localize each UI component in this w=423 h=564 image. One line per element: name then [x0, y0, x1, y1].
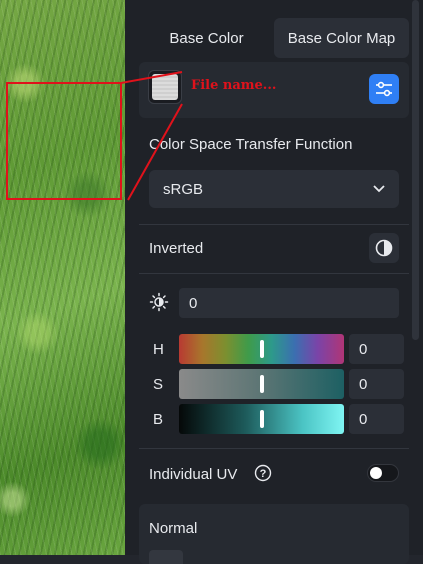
annotation-highlight-box [6, 82, 122, 200]
saturation-slider-handle[interactable] [259, 375, 264, 393]
individual-uv-label: Individual UV [149, 466, 238, 483]
color-space-dropdown[interactable]: sRGB [149, 170, 399, 208]
normal-map-card: Normal [139, 504, 409, 564]
panel-scrollbar[interactable] [412, 0, 419, 340]
color-space-selected-value: sRGB [163, 180, 204, 198]
saturation-slider[interactable] [179, 369, 344, 399]
file-name-annotation: File name... [191, 78, 277, 93]
hue-input[interactable]: 0 [349, 334, 404, 364]
brightness-input[interactable]: 0 [179, 288, 399, 318]
texture-preview-image [152, 74, 178, 100]
inverted-label: Inverted [149, 240, 204, 257]
svg-text:?: ? [260, 468, 267, 480]
hue-slider-handle[interactable] [259, 340, 264, 358]
divider [139, 273, 409, 274]
color-space-label: Color Space Transfer Function [149, 136, 353, 153]
material-properties-panel: Base Color Base Color Map File name... C… [125, 0, 423, 564]
normal-thumbnail[interactable] [149, 550, 183, 564]
saturation-input[interactable]: 0 [349, 369, 404, 399]
brightness-b-label: B [153, 411, 164, 428]
texture-thumbnail[interactable] [148, 70, 182, 104]
tab-base-color-map[interactable]: Base Color Map [274, 18, 409, 58]
tab-base-color[interactable]: Base Color [139, 18, 274, 58]
inverted-toggle-button[interactable] [369, 233, 399, 263]
brightness-b-input[interactable]: 0 [349, 404, 404, 434]
chevron-down-icon [373, 185, 385, 193]
brightness-b-slider[interactable] [179, 404, 344, 434]
sliders-icon [376, 81, 392, 97]
texture-map-card: File name... [139, 62, 409, 118]
hue-label: H [153, 341, 164, 358]
viewport-grass-preview[interactable] [0, 0, 125, 555]
brightness-b-slider-handle[interactable] [259, 410, 264, 428]
divider [139, 448, 409, 449]
divider [139, 224, 409, 225]
normal-label: Normal [149, 520, 198, 537]
question-circle-icon[interactable]: ? [254, 464, 272, 482]
half-circle-contrast-icon [375, 239, 393, 257]
individual-uv-toggle[interactable] [367, 464, 399, 482]
hue-slider[interactable] [179, 334, 344, 364]
saturation-label: S [153, 376, 164, 393]
tab-bar: Base Color Base Color Map [139, 18, 409, 58]
brightness-sun-icon [149, 292, 169, 312]
map-settings-button[interactable] [369, 74, 399, 104]
toggle-knob [370, 467, 382, 479]
